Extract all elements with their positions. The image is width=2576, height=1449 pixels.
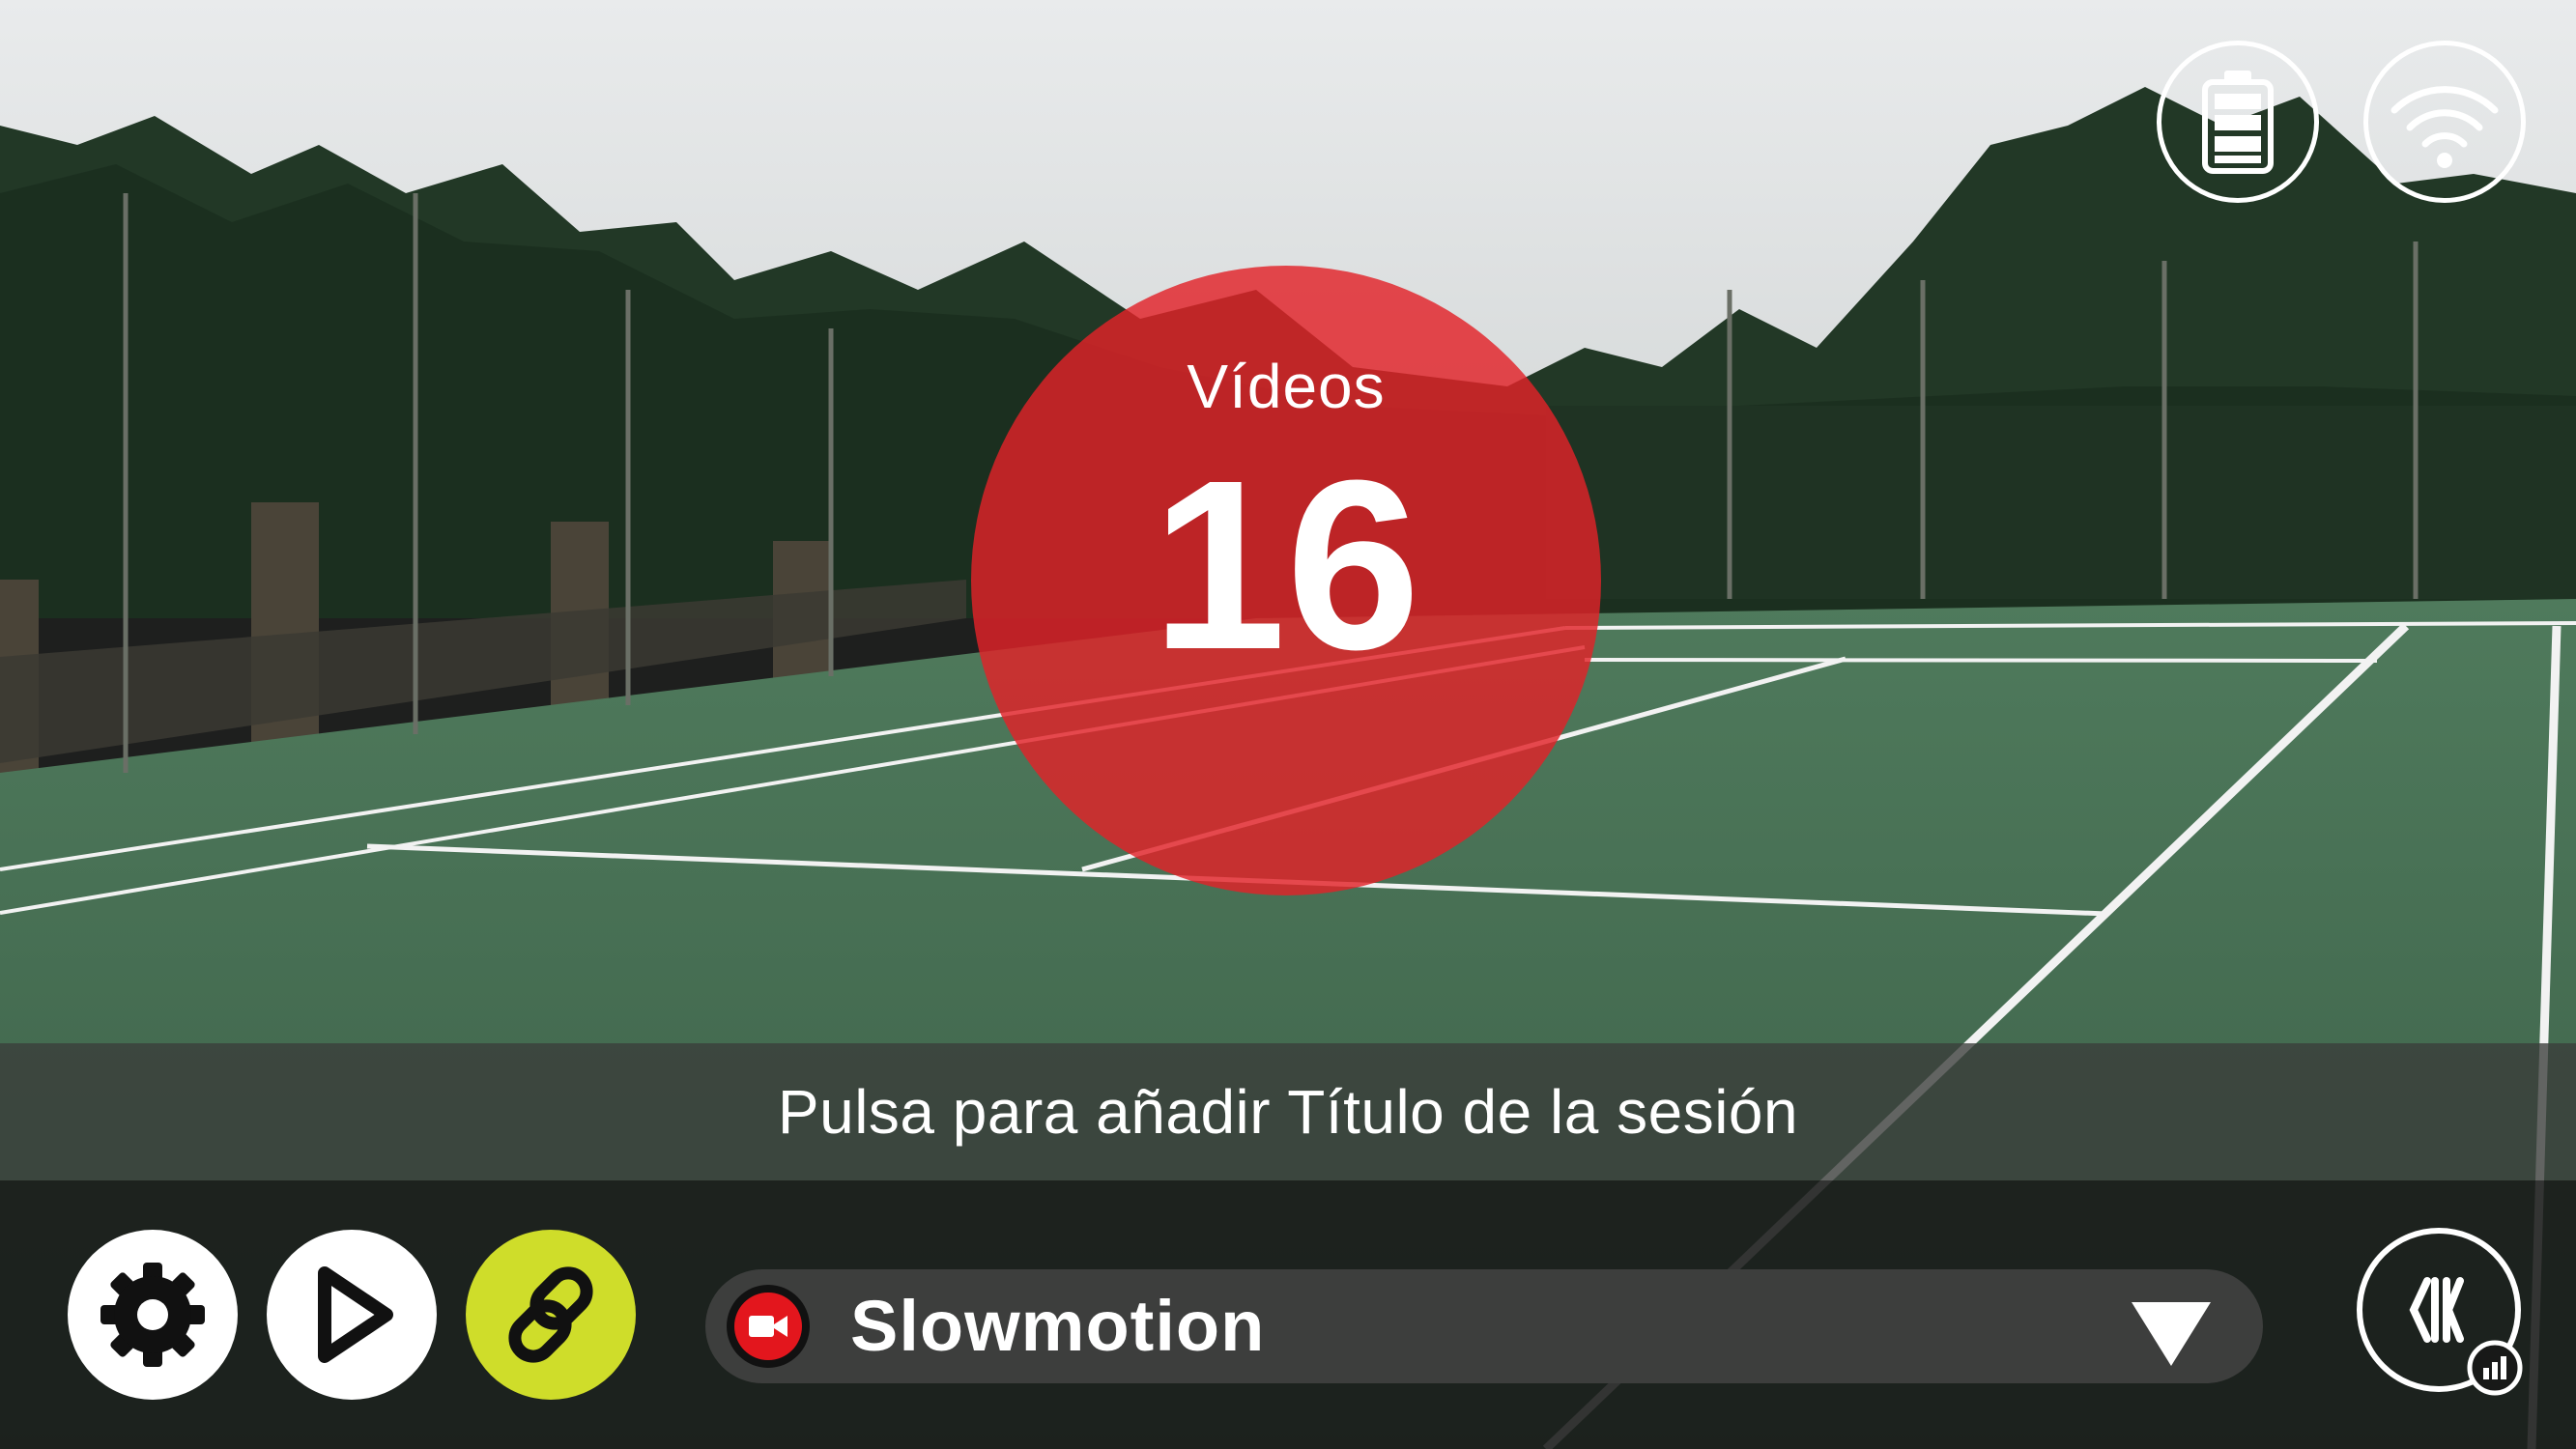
video-counter: Vídeos 16 xyxy=(971,266,1601,895)
battery-full-icon xyxy=(2202,71,2274,174)
wifi-icon xyxy=(2390,86,2499,168)
chevron-down-icon[interactable] xyxy=(2128,1296,2215,1370)
recording-mode-label: Slowmotion xyxy=(850,1286,1266,1366)
battery-indicator xyxy=(2157,41,2319,203)
link-button[interactable] xyxy=(466,1230,636,1400)
video-camera-icon xyxy=(727,1285,810,1368)
wifi-indicator xyxy=(2363,41,2526,203)
video-counter-value: 16 xyxy=(1151,430,1421,699)
bottom-toolbar: Slowmotion xyxy=(0,1180,2576,1449)
brand-logo-icon[interactable] xyxy=(2352,1223,2526,1397)
recording-mode-select[interactable]: Slowmotion xyxy=(705,1269,2263,1383)
camera-screen: Vídeos 16 Pulsa para añadir Título de la… xyxy=(0,0,2576,1449)
video-counter-label: Vídeos xyxy=(1187,352,1386,421)
session-title-prompt[interactable]: Pulsa para añadir Título de la sesión xyxy=(778,1076,1798,1148)
link-icon xyxy=(508,1266,593,1363)
session-title-bar[interactable]: Pulsa para añadir Título de la sesión xyxy=(0,1043,2576,1180)
play-button[interactable] xyxy=(267,1230,437,1400)
play-icon xyxy=(318,1266,393,1363)
gear-icon xyxy=(100,1263,205,1367)
settings-button[interactable] xyxy=(68,1230,238,1400)
